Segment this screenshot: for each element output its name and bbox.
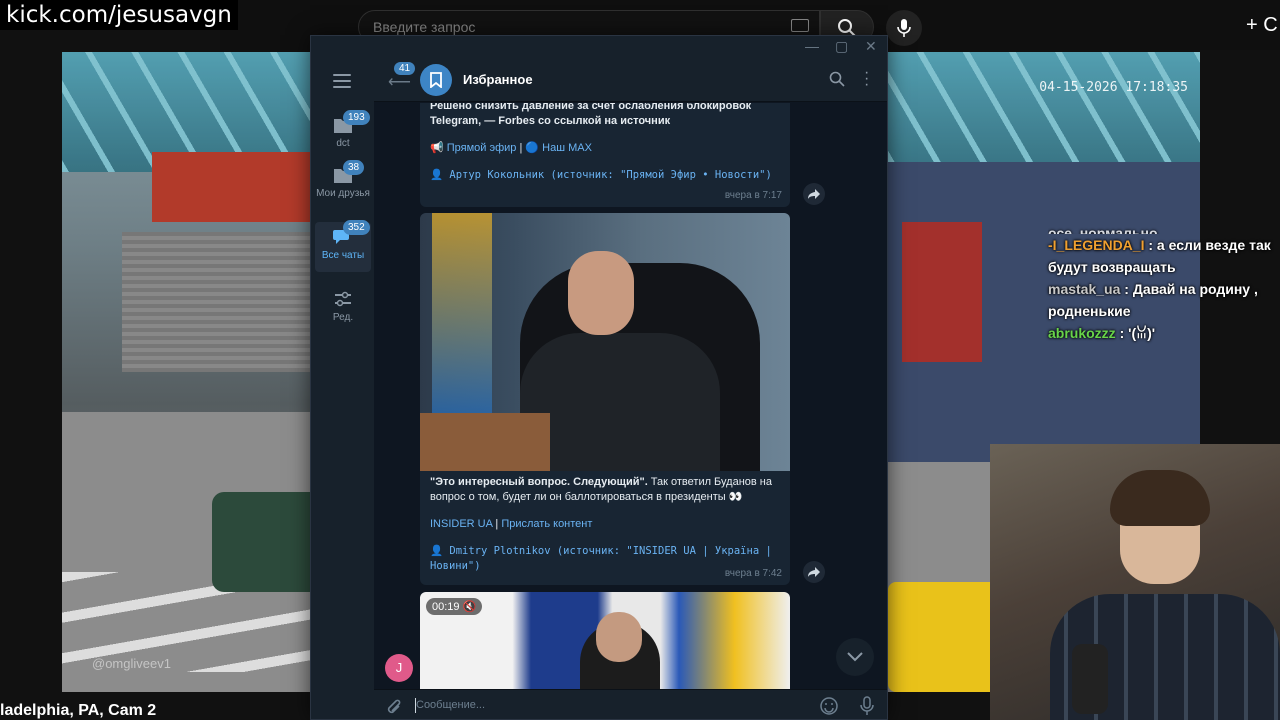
- message-composer: Сообщение...: [374, 689, 887, 719]
- maximize-button[interactable]: ▢: [835, 38, 848, 55]
- webcam-hair: [1110, 470, 1210, 526]
- photo-flag: [432, 213, 492, 413]
- message-list[interactable]: Решено снизить давление за счёт ослаблен…: [374, 103, 887, 689]
- sliders-icon: [335, 291, 351, 307]
- folder-edit[interactable]: Ред.: [315, 286, 371, 326]
- message-photo[interactable]: [420, 213, 790, 471]
- message-input[interactable]: Сообщение...: [416, 699, 485, 711]
- message-bubble[interactable]: "Это интересный вопрос. Следующий". Так …: [420, 213, 790, 585]
- camera-timestamp: 04-15-2026 17:18:35: [1039, 80, 1188, 95]
- share-button[interactable]: [803, 561, 825, 583]
- folder-all-chats[interactable]: 352 Все чаты: [315, 220, 371, 272]
- link-submit-content[interactable]: Прислать контент: [501, 518, 592, 530]
- folder-label: Ред.: [332, 312, 354, 323]
- back-arrow-icon[interactable]: ⟵: [388, 72, 411, 92]
- folder-friends[interactable]: 38 Мои друзья: [315, 160, 371, 220]
- message-links: INSIDER UA | Прислать контент: [430, 518, 593, 530]
- chat-message: mastak_ua : Давай на родину , родненькие: [1048, 281, 1258, 319]
- message-text: "Это интересный вопрос. Следующий". Так …: [430, 476, 772, 503]
- chat-username: -I_LEGENDA_I: [1048, 237, 1145, 253]
- screen: 04-15-2026 17:18:35 @omgliveev1 Введите …: [0, 0, 1280, 720]
- webcam-microphone: [1072, 644, 1108, 714]
- link-insider[interactable]: INSIDER UA: [430, 518, 492, 530]
- red-door: [902, 222, 982, 362]
- message-time: вчера в 7:42: [724, 568, 782, 579]
- chat-username: mastak_ua: [1048, 281, 1121, 297]
- microphone-icon: [897, 19, 911, 37]
- chevron-down-icon: [847, 652, 863, 662]
- folder-label: Мои друзья: [316, 188, 370, 199]
- sender-avatar[interactable]: J: [385, 654, 413, 682]
- unread-badge: 352: [343, 220, 370, 235]
- camera-label: ladelphia, PA, Cam 2: [0, 702, 157, 719]
- back-unread-badge: 41: [394, 62, 416, 75]
- create-button[interactable]: + С: [1246, 14, 1278, 37]
- minimize-button[interactable]: —: [805, 38, 819, 54]
- telegram-window: — ▢ ✕ 193 dct 38 Мои друзья 352 Все чаты: [310, 35, 888, 720]
- bookmark-icon: [430, 72, 442, 88]
- photo-person: [520, 333, 720, 471]
- folder-label: Все чаты: [321, 250, 365, 261]
- chat-message: осе, нормально: [1048, 225, 1158, 234]
- search-icon[interactable]: [829, 71, 845, 87]
- chat-username: abrukozzz: [1048, 325, 1116, 341]
- photo-desk: [420, 413, 550, 471]
- video-duration[interactable]: 00:19 🔇: [426, 598, 483, 615]
- message-links: 📢 Прямой эфир | 🔵 Наш MAX: [430, 142, 592, 154]
- message-text: Решено снизить давление за счёт ослаблен…: [430, 103, 752, 127]
- voice-search-button[interactable]: [886, 10, 922, 46]
- stream-chat: осе, нормально -I_LEGENDA_I : а если вез…: [1048, 222, 1280, 344]
- forward-arrow-icon: [808, 189, 820, 199]
- close-button[interactable]: ✕: [865, 38, 877, 55]
- window-titlebar: — ▢ ✕: [311, 36, 887, 58]
- scroll-down-button[interactable]: [836, 638, 874, 676]
- video-face: [596, 612, 642, 662]
- message-time: вчера в 7:17: [724, 190, 782, 201]
- search-placeholder: Введите запрос: [373, 19, 476, 35]
- folder-sidebar: 193 dct 38 Мои друзья 352 Все чаты Ред.: [311, 58, 374, 719]
- convenience-store-sign: [152, 152, 332, 222]
- emoji-icon[interactable]: [820, 697, 838, 715]
- link-max[interactable]: 🔵 Наш MAX: [525, 142, 592, 154]
- forward-arrow-icon: [808, 567, 820, 577]
- store-shutter: [122, 232, 312, 372]
- message-video[interactable]: 00:19 🔇: [420, 592, 790, 689]
- link-live[interactable]: 📢 Прямой эфир: [430, 142, 516, 154]
- photo-face: [568, 251, 634, 335]
- camera-watermark: @omgliveev1: [92, 656, 171, 671]
- chat-text: '(ꈍ)': [1128, 325, 1156, 341]
- menu-icon[interactable]: [333, 74, 351, 92]
- folder-dct[interactable]: 193 dct: [315, 110, 371, 160]
- unread-badge: 193: [343, 110, 370, 125]
- keyboard-icon[interactable]: [791, 19, 809, 32]
- share-button[interactable]: [803, 183, 825, 205]
- chat-message: abrukozzz : '(ꈍ)': [1048, 325, 1156, 341]
- stream-url: kick.com/jesusavgn: [0, 0, 238, 30]
- chat-title[interactable]: Избранное: [463, 72, 533, 87]
- chat-header: ⟵ 41 Избранное · · ·: [374, 58, 887, 102]
- streamer-webcam: [990, 444, 1280, 720]
- voice-message-icon[interactable]: [860, 696, 874, 716]
- unread-badge: 38: [343, 160, 365, 175]
- folder-label: dct: [336, 138, 350, 149]
- saved-messages-avatar[interactable]: [420, 64, 452, 96]
- message-bubble[interactable]: Решено снизить давление за счёт ослаблен…: [420, 103, 790, 207]
- forward-source[interactable]: 👤 Артур Кокольник (источник: "Прямой Эфи…: [420, 168, 790, 183]
- chat-message: -I_LEGENDA_I : а если везде так будут во…: [1048, 237, 1271, 275]
- more-options-icon[interactable]: · · ·: [864, 65, 869, 93]
- attach-icon[interactable]: [386, 698, 402, 716]
